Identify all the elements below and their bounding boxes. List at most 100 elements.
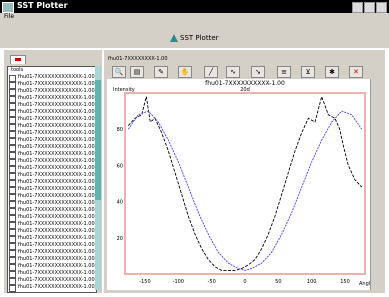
list-item[interactable]: fhu01-7XXXXXXXXXXXXX-1.00 — [8, 256, 95, 264]
list-item[interactable]: fhu01-7XXXXXXXXXXXXX-1.00 — [8, 179, 95, 187]
chart-scrollbar[interactable] — [370, 79, 378, 290]
list-item-label: fhu01-7XXXXXXXXXXXXX-1.00 — [18, 151, 95, 157]
list-item[interactable]: fhu01-7XXXXXXXXXXXXX-1.00 — [8, 81, 95, 89]
minimize-button[interactable] — [352, 2, 363, 13]
maximize-button[interactable] — [364, 2, 375, 13]
x-tick-label: 100 — [307, 279, 317, 285]
list-item[interactable]: fhu01-7XXXXXXXXXXXXX-1.00 — [8, 172, 95, 180]
series-line-fit — [127, 110, 363, 271]
x-tick-label: 150 — [340, 279, 350, 285]
list-item-label: fhu01-7XXXXXXXXXXXXX-1.00 — [18, 165, 95, 171]
x-tick-label: 50 — [275, 279, 281, 285]
list-item-label: fhu01-7XXXXXXXXXXXXX-1.00 — [18, 270, 95, 276]
list-item-label: fhu01-7XXXXXXXXXXXXX-1.00 — [18, 228, 95, 234]
list-item[interactable]: fhu01-7XXXXXXXXXXXXX-1.00 — [8, 263, 95, 271]
list-item[interactable]: fhu01-7XXXXXXXXXXXXX-1.00 — [8, 277, 95, 285]
list-item[interactable]: fhu01-7XXXXXXXXXXXXX-1.00 — [8, 158, 95, 166]
series-line-data — [127, 95, 363, 271]
list-item[interactable]: fhu01-7XXXXXXXXXXXXX-1.00 — [8, 130, 95, 138]
list-item-label: fhu01-7XXXXXXXXXXXXX-1.00 — [18, 186, 95, 192]
list-item-label: fhu01-7XXXXXXXXXXXXX-1.00 — [18, 242, 95, 248]
list-item[interactable]: fhu01-7XXXXXXXXXXXXX-1.00 — [8, 200, 95, 208]
list-item[interactable]: fhu01-7XXXXXXXXXXXXX-1.00 — [8, 186, 95, 194]
list-item-label: fhu01-7XXXXXXXXXXXXX-1.00 — [18, 81, 95, 87]
chart-title: fhu01-7XXXXXXXXXX-1.00 — [205, 80, 285, 87]
fit-icon[interactable]: ∿ — [226, 66, 240, 78]
scrollbar-thumb[interactable] — [95, 80, 101, 200]
list-item[interactable]: fhu01-7XXXXXXXXXXXXX-1.00 — [8, 228, 95, 236]
list-item-label: fhu01-7XXXXXXXXXXXXX-1.00 — [18, 102, 95, 108]
app-icon — [2, 2, 14, 13]
x-tick-label: -50 — [208, 279, 216, 285]
list-item[interactable]: fhu01-7XXXXXXXXXXXXX-1.00 — [8, 221, 95, 229]
list-item[interactable]: fhu01-7XXXXXXXXXXXXX-1.00 — [8, 151, 95, 159]
list-item-label: fhu01-7XXXXXXXXXXXXX-1.00 — [18, 95, 95, 101]
list-item-label: fhu01-7XXXXXXXXXXXXX-1.00 — [18, 158, 95, 164]
menu-file[interactable]: File — [4, 13, 14, 20]
title-bar: SST Plotter — [0, 0, 389, 13]
file-icon — [9, 285, 16, 292]
x-tick-label: -100 — [173, 279, 184, 285]
list-item-label: fhu01-7XXXXXXXXXXXXX-1.00 — [18, 263, 95, 269]
y-axis-label: Intensity — [113, 87, 135, 93]
list-item-label: fhu01-7XXXXXXXXXXXXX-1.00 — [18, 88, 95, 94]
chart-svg: fhu01-7XXXXXXXXXX-1.0020dIntensityAngle-… — [113, 80, 373, 287]
list-item[interactable]: fhu01-7XXXXXXXXXXXXX-1.00 — [8, 249, 95, 257]
tree-scrollbar[interactable] — [95, 66, 101, 290]
window-title: SST Plotter — [17, 1, 68, 10]
list-item-label: fhu01-7XXXXXXXXXXXXX-1.00 — [18, 74, 95, 80]
list-item[interactable]: fhu01-7XXXXXXXXXXXXX-1.00 — [8, 109, 95, 117]
x-tick-label: -150 — [139, 279, 150, 285]
list-item-label: fhu01-7XXXXXXXXXXXXX-1.00 — [18, 214, 95, 220]
list-item[interactable]: fhu01-7XXXXXXXXXXXXX-1.00 — [8, 137, 95, 145]
pointer-icon[interactable]: ➘ — [251, 66, 265, 78]
tree-root[interactable]: tools — [8, 67, 93, 74]
list-item[interactable]: fhu01-7XXXXXXXXXXXXX-1.00 — [8, 235, 95, 243]
pan-icon[interactable]: ✋ — [178, 66, 192, 78]
list-item[interactable]: fhu01-7XXXXXXXXXXXXX-1.00 — [8, 214, 95, 222]
tab-files[interactable] — [10, 55, 26, 64]
plot-toolbar: 🔍 ▤ ✎ ✋ ╱ ∿ ➘ ≡ ⊻ ✱ ✕ — [104, 66, 366, 78]
list-item[interactable]: fhu01-7XXXXXXXXXXXXX-1.00 — [8, 207, 95, 215]
list-item[interactable]: fhu01-7XXXXXXXXXXXXX-1.00 — [8, 102, 95, 110]
list-item[interactable]: fhu01-7XXXXXXXXXXXXX-1.00 — [8, 284, 95, 292]
table-icon[interactable]: ▤ — [130, 66, 144, 78]
zoom-icon[interactable]: 🔍 — [112, 66, 126, 78]
list-item[interactable]: fhu01-7XXXXXXXXXXXXX-1.00 — [8, 123, 95, 131]
close-icon[interactable]: ✕ — [349, 66, 363, 78]
list-item[interactable]: fhu01-7XXXXXXXXXXXXX-1.00 — [8, 88, 95, 96]
list-item-label: fhu01-7XXXXXXXXXXXXX-1.00 — [18, 235, 95, 241]
list-item[interactable]: fhu01-7XXXXXXXXXXXXX-1.00 — [8, 74, 95, 82]
list-item[interactable]: fhu01-7XXXXXXXXXXXXX-1.00 — [8, 270, 95, 278]
list-item-label: fhu01-7XXXXXXXXXXXXX-1.00 — [18, 256, 95, 262]
list-item-label: fhu01-7XXXXXXXXXXXXX-1.00 — [18, 123, 95, 129]
list-item-label: fhu01-7XXXXXXXXXXXXX-1.00 — [18, 109, 95, 115]
list-item-label: fhu01-7XXXXXXXXXXXXX-1.00 — [18, 249, 95, 255]
gear-icon[interactable]: ✱ — [325, 66, 339, 78]
list-item-label: fhu01-7XXXXXXXXXXXXX-1.00 — [18, 193, 95, 199]
list-item[interactable]: fhu01-7XXXXXXXXXXXXX-1.00 — [8, 242, 95, 250]
list-item[interactable]: fhu01-7XXXXXXXXXXXXX-1.00 — [8, 165, 95, 173]
chart-area[interactable]: fhu01-7XXXXXXXXXX-1.00 20d Intensity Angle -… — [107, 79, 375, 290]
chart-subtitle: 20d — [240, 87, 250, 93]
list-item[interactable]: fhu01-7XXXXXXXXXXXXX-1.00 — [8, 193, 95, 201]
menu-bar: File — [0, 13, 389, 22]
edit-icon[interactable]: ✎ — [154, 66, 168, 78]
list-item[interactable]: fhu01-7XXXXXXXXXXXXX-1.00 — [8, 144, 95, 152]
file-tree[interactable]: tools fhu01-7XXXXXXXXXXXXX-1.00 fhu01-7XXX… — [7, 66, 97, 293]
x-tick-label: 0 — [243, 279, 246, 285]
list-item-label: fhu01-7XXXXXXXXXXXXX-1.00 — [18, 172, 95, 178]
list-item-label: fhu01-7XXXXXXXXXXXXX-1.00 — [18, 137, 95, 143]
align-icon[interactable]: ≡ — [277, 66, 291, 78]
list-item-label: fhu01-7XXXXXXXXXXXXX-1.00 — [18, 179, 95, 185]
list-item[interactable]: fhu01-7XXXXXXXXXXXXX-1.00 — [8, 116, 95, 124]
pencil-icon[interactable]: ╱ — [204, 66, 218, 78]
list-item[interactable]: fhu01-7XXXXXXXXXXXXX-1.00 — [8, 95, 95, 103]
filter-icon[interactable]: ⊻ — [301, 66, 315, 78]
list-item-label: fhu01-7XXXXXXXXXXXXX-1.00 — [18, 116, 95, 122]
list-item-label: fhu01-7XXXXXXXXXXXXX-1.00 — [18, 130, 95, 136]
close-window-button[interactable] — [376, 2, 387, 13]
tab-plot[interactable]: fhu01-7XXXXXXXX-1.00 — [108, 56, 168, 63]
list-item-label: tools — [11, 67, 24, 73]
list-item-label: fhu01-7XXXXXXXXXXXXX-1.00 — [18, 221, 95, 227]
